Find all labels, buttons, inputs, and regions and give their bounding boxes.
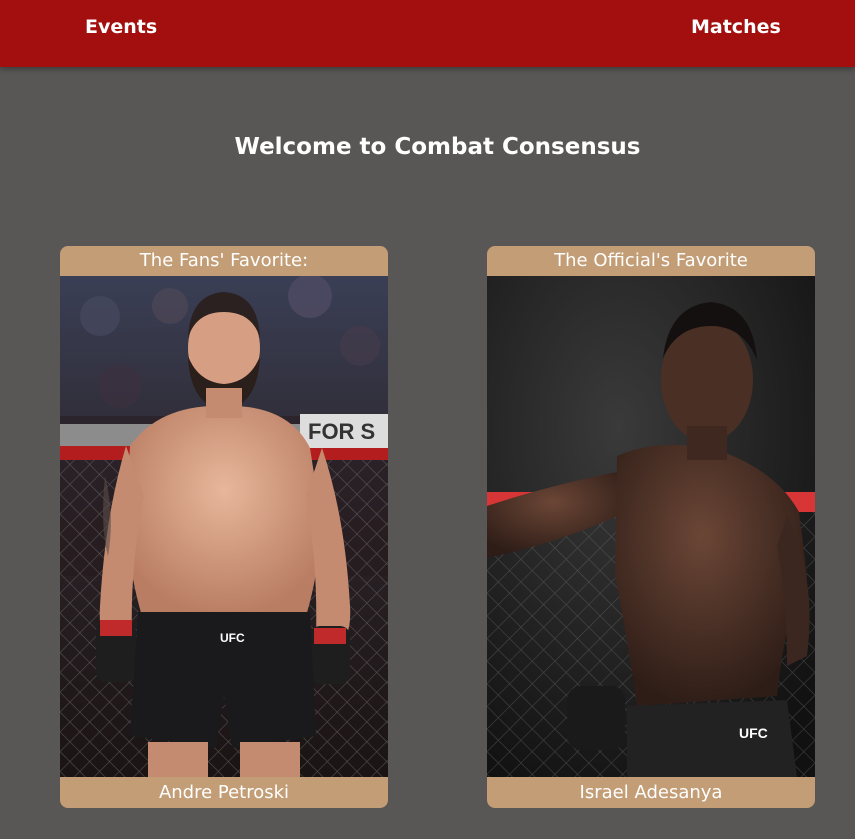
shorts-logo: UFC (220, 631, 245, 645)
fans-favorite-card[interactable]: The Fans' Favorite: FOR S UFC Andre Petr… (60, 246, 388, 808)
shorts-logo: UFC (739, 725, 768, 741)
nav-link-matches[interactable]: Matches (691, 16, 781, 38)
page-title: Welcome to Combat Consensus (234, 134, 641, 160)
banner-text: FOR S (308, 419, 375, 444)
fighter-photo-israel-adesanya: UFC (487, 276, 815, 777)
navbar: Events Matches (0, 0, 855, 67)
fighter-name: Israel Adesanya (487, 777, 815, 808)
card-header: The Fans' Favorite: (60, 246, 388, 276)
fighter-name: Andre Petroski (60, 777, 388, 808)
officials-favorite-card[interactable]: The Official's Favorite UFC Israel Adesa… (487, 246, 815, 808)
fighter-photo-andre-petroski: FOR S UFC (60, 276, 388, 777)
nav-link-events[interactable]: Events (85, 16, 157, 38)
card-header: The Official's Favorite (487, 246, 815, 276)
